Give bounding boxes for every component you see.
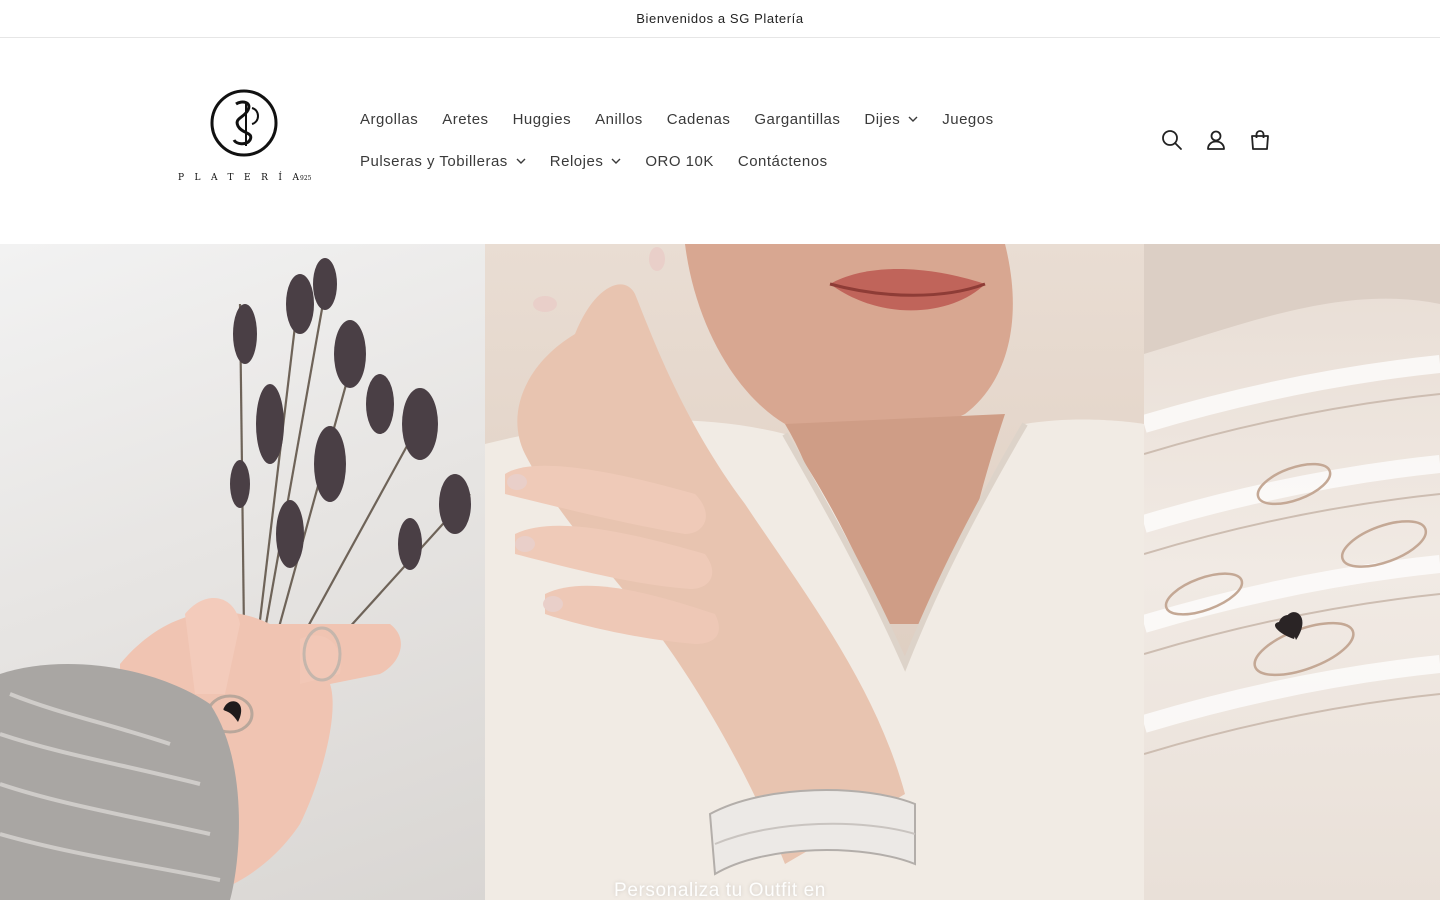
cart-button[interactable] (1238, 118, 1282, 162)
nav-item-label: Aretes (442, 110, 489, 128)
nav-item-label: Dijes (864, 110, 901, 128)
nav-item-dijes[interactable]: Dijes (852, 98, 930, 140)
nav-item-label: Anillos (595, 110, 643, 128)
nav-item-label: Cadenas (666, 110, 731, 128)
nav-item-huggies[interactable]: Huggies (501, 98, 584, 140)
nav-item-oro-10k[interactable]: ORO 10K (633, 140, 726, 182)
nav-item-label: Huggies (512, 110, 572, 128)
chevron-down-icon (908, 116, 918, 122)
hero-image-model (485, 244, 1144, 900)
nav-item-cadenas[interactable]: Cadenas (655, 98, 743, 140)
announcement-text: Bienvenidos a SG Platería (636, 11, 804, 26)
logo-wordmark: PLATERÍA (178, 171, 309, 183)
nav-item-label: Argollas (360, 110, 419, 128)
logo-icon: PLATERÍA 925 (178, 89, 312, 183)
nav-row-2: Pulseras y Tobilleras Relojes ORO 10K Contá… (348, 140, 1128, 182)
nav-item-pulseras-y-tobilleras[interactable]: Pulseras y Tobilleras (348, 140, 538, 182)
nav-item-anillos[interactable]: Anillos (583, 98, 655, 140)
header-icons (1150, 118, 1282, 162)
hero-caption: Personaliza tu Outfit en (614, 880, 826, 900)
search-button[interactable] (1150, 118, 1194, 162)
chevron-down-icon (516, 158, 526, 164)
nav-item-label: Juegos (942, 110, 994, 128)
nav-item-label: Contáctenos (737, 152, 828, 170)
nav-item-label: ORO 10K (645, 152, 714, 170)
nav-item-argollas[interactable]: Argollas (348, 98, 430, 140)
search-icon (1162, 130, 1182, 150)
nav-item-label: Relojes (549, 152, 604, 170)
nav-item-label: Gargantillas (754, 110, 841, 128)
nav-item-contáctenos[interactable]: Contáctenos (726, 140, 840, 182)
logo-925-mark: 925 (300, 175, 312, 182)
site-logo[interactable]: PLATERÍA 925 (176, 88, 314, 184)
nav-item-gargantillas[interactable]: Gargantillas (742, 98, 852, 140)
hero-banner[interactable] (0, 244, 1440, 900)
nav-row-1: Argollas Aretes Huggies Anillos Cadenas Garga… (348, 98, 1128, 140)
hero-image-rings-box (1144, 244, 1440, 900)
account-icon (1207, 130, 1225, 150)
announcement-bar: Bienvenidos a SG Platería (0, 0, 1440, 38)
nav-item-label: Pulseras y Tobilleras (360, 152, 508, 170)
hero-image-lavender (0, 244, 485, 900)
chevron-down-icon (611, 158, 621, 164)
nav-item-aretes[interactable]: Aretes (430, 98, 500, 140)
nav-item-juegos[interactable]: Juegos (930, 98, 1005, 140)
main-navigation: Argollas Aretes Huggies Anillos Cadenas Garga… (348, 98, 1128, 182)
cart-icon (1251, 130, 1269, 150)
nav-item-relojes[interactable]: Relojes (538, 140, 634, 182)
account-button[interactable] (1194, 118, 1238, 162)
site-header: PLATERÍA 925 Argollas Aretes Huggies Anillo… (0, 38, 1440, 244)
